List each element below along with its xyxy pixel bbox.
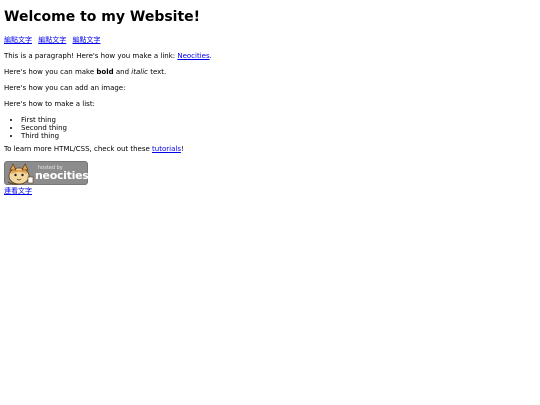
format-text-end: text. — [147, 68, 167, 76]
neocities-link[interactable]: Neocities — [177, 52, 209, 60]
paragraph-image: Here's how you can add an image: — [4, 84, 126, 92]
list-item: Third thing — [21, 132, 536, 140]
page-title: Welcome to my Website! — [4, 9, 201, 25]
paragraph-learn: To learn more HTML/CSS, check out these … — [4, 145, 536, 154]
tutorials-link[interactable]: tutorials — [152, 145, 181, 153]
hosted-by-neocities-badge[interactable]: hosted by neocities — [4, 161, 89, 185]
learn-text: To learn more HTML/CSS, check out these — [4, 145, 153, 153]
italic-text: italic — [131, 68, 148, 76]
page: Welcome to my Website! 編點文字 編點文字 編點文字 Th… — [0, 0, 540, 200]
footer-link[interactable]: 連看文字 — [4, 187, 536, 196]
nav-link-3[interactable]: 編點文字 — [72, 36, 100, 44]
learn-text-end: ! — [180, 145, 184, 153]
nav-links: 編點文字 編點文字 編點文字 — [4, 36, 536, 45]
list-item: First thing — [21, 116, 536, 124]
list-item: Second thing — [21, 124, 536, 132]
nav-link-2[interactable]: 編點文字 — [38, 36, 66, 44]
paragraph-link: This is a paragraph! Here's how you make… — [4, 52, 536, 61]
format-text-start: Here's how you can make — [4, 68, 97, 76]
nav-link-1[interactable]: 編點文字 — [4, 36, 32, 44]
badge-brand-text: neocities — [35, 169, 89, 182]
example-list: First thing Second thing Third thing — [4, 116, 536, 140]
format-text-middle: and — [113, 68, 132, 76]
paragraph-list: Here's how to make a list: — [4, 100, 95, 108]
neocities-cat-icon — [7, 163, 34, 185]
paragraph-link-text: This is a paragraph! Here's how you make… — [4, 52, 178, 60]
hosted-badge-wrap: hosted by neocities — [4, 161, 536, 185]
paragraph-link-end: . — [209, 52, 212, 60]
paragraph-format: Here's how you can make bold and italic … — [4, 68, 536, 77]
bold-text: bold — [96, 68, 114, 76]
